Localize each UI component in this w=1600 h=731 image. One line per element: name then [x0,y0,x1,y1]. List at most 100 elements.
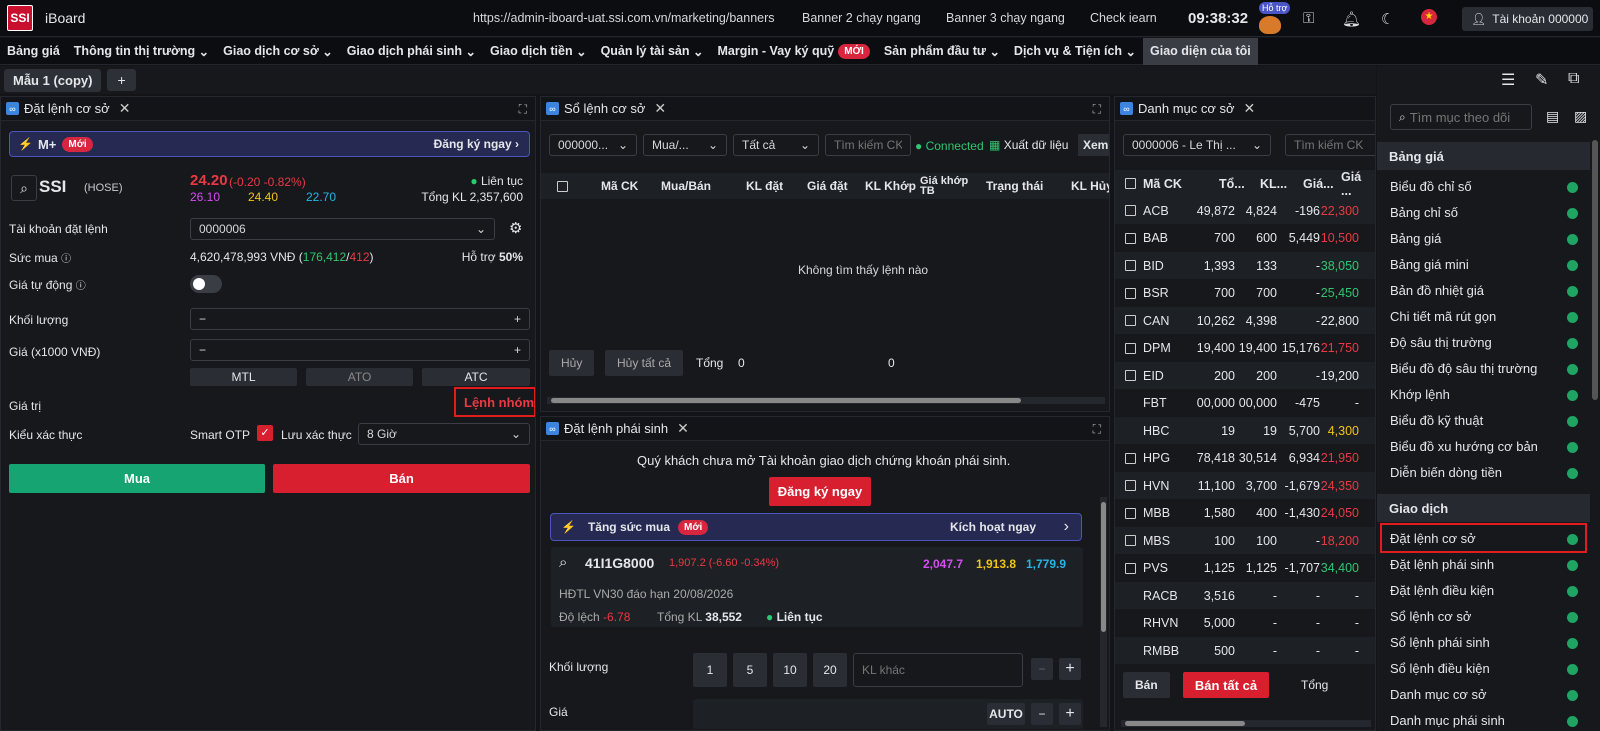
sidebar-scrollbar[interactable] [1592,140,1598,400]
activate-link[interactable]: Kích hoạt ngay [950,520,1036,534]
sidebar-item[interactable]: Sổ lệnh phái sinh [1390,635,1490,650]
table-row[interactable]: FBT 00,000 00,000 -475 - [1115,390,1375,417]
sidebar-item[interactable]: Sổ lệnh điều kiện [1390,661,1490,676]
list-view-icon[interactable]: ▤ [1546,108,1559,125]
status-dot-icon[interactable] [1567,208,1578,219]
sidebar-item[interactable]: Độ sâu thị trường [1390,335,1492,350]
row-checkbox[interactable] [1125,562,1136,574]
expand-icon[interactable]: ⛶ [1093,102,1101,117]
book-account-filter[interactable]: 000000... ⌄ [549,134,637,156]
info-icon[interactable]: ⓘ [61,254,71,265]
table-row[interactable]: MBB 1,580 400 -1,430 24,050 [1115,500,1375,527]
derivative-vscrollbar[interactable] [1100,497,1107,727]
sidebar-item[interactable]: Bảng giá mini [1390,257,1469,272]
scroll-thumb[interactable] [1101,502,1106,632]
row-checkbox[interactable] [1125,205,1136,216]
row-checkbox[interactable] [1125,232,1136,244]
row-checkbox[interactable] [1125,452,1136,464]
sidebar-item[interactable]: Danh mục cơ sở [1390,687,1487,702]
portfolio-account-select[interactable]: 0000006 - Le Thị ... ⌄ [1123,134,1271,156]
auth-period-select[interactable]: 8 Giờ ⌄ [358,423,530,445]
account-button[interactable]: 👤︎ Tài khoản 000000 [1462,7,1593,31]
qty-preset-10[interactable]: 10 [773,653,807,687]
menu-san-pham-dau-tu[interactable]: Sản phẩm đầu tư ⌄ [877,38,1007,65]
ssi-logo[interactable]: SSI [7,5,33,31]
table-row[interactable]: CAN 10,262 4,398 -22,800 [1115,307,1375,334]
status-dot-icon[interactable] [1567,182,1578,193]
price-stepper[interactable]: − + [190,339,530,361]
close-icon[interactable]: ✕ [654,100,666,117]
mtl-button[interactable]: MTL [190,368,297,386]
copy-icon[interactable]: ⧉ [1568,70,1579,88]
add-workspace-button[interactable]: + [107,69,136,91]
table-row[interactable]: EID 200 200 -19,200 [1115,362,1375,389]
menu-giao-dich-tien[interactable]: Giao dịch tiền ⌄ [483,38,594,65]
status-dot-icon[interactable] [1567,664,1578,675]
qty-preset-5[interactable]: 5 [733,653,767,687]
table-row[interactable]: ACB 49,872 4,824 -196 22,300 [1115,197,1375,224]
cancel-button[interactable]: Hủy [549,350,595,376]
atc-button[interactable]: ATC [422,368,530,386]
row-checkbox[interactable] [1125,370,1136,381]
table-row[interactable]: HBC 19 19 5,700 4,300 [1115,417,1375,444]
close-icon[interactable]: ✕ [677,420,689,437]
book-search-input[interactable] [825,134,911,156]
help-mascot-icon[interactable] [1259,16,1281,34]
portfolio-search-input[interactable] [1285,134,1375,156]
sidebar-item[interactable]: Bản đồ nhiệt giá [1390,283,1484,298]
export-button[interactable]: ▦ Xuất dữ liệu [989,138,1068,152]
table-row[interactable]: BID 1,393 133 -38,050 [1115,252,1375,279]
table-row[interactable]: MBS 100 100 -18,200 [1115,527,1375,554]
select-all-checkbox[interactable] [1125,178,1136,189]
portfolio-sell-button[interactable]: Bán [1123,672,1170,698]
status-dot-icon[interactable] [1567,468,1578,479]
menu-margin[interactable]: Margin - Vay ký quỹ MỚI [710,38,876,65]
scroll-thumb[interactable] [551,398,1021,403]
qty-stepper[interactable]: − + [190,308,530,330]
close-icon[interactable]: ✕ [119,100,131,117]
minus-icon[interactable]: − [199,312,206,326]
price-minus-button[interactable]: − [1031,703,1053,725]
row-checkbox[interactable] [1125,260,1136,271]
order-symbol[interactable]: SSI [39,177,66,197]
sidebar-item[interactable]: Sổ lệnh cơ sở [1390,609,1471,624]
search-icon[interactable]: ⌕ [11,175,37,201]
table-row[interactable]: PVS 1,125 1,125 -1,707 34,400 [1115,555,1375,582]
boost-banner[interactable]: ⚡ Tăng sức mua Mới Kích hoạt ngay › [550,513,1082,541]
qty-preset-1[interactable]: 1 [693,653,727,687]
save-auth-checkbox[interactable]: ✓ [257,425,273,441]
status-dot-icon[interactable] [1567,286,1578,297]
sidebar-item[interactable]: Đặt lệnh điều kiện [1390,583,1494,598]
portfolio-sell-all-button[interactable]: Bán tất cả [1183,672,1269,698]
expand-icon[interactable]: ⛶ [519,102,527,117]
search-icon[interactable]: ⌕ [559,554,567,571]
row-checkbox[interactable] [1125,507,1136,519]
table-row[interactable]: HVN 11,100 3,700 -1,679 24,350 [1115,472,1375,499]
vn-flag-icon[interactable]: ★ [1421,9,1437,25]
ato-button[interactable]: ATO [306,368,413,386]
sidebar-item[interactable]: Khớp lệnh [1390,387,1450,402]
sell-button[interactable]: Bán [273,464,530,493]
scroll-thumb[interactable] [1125,721,1245,726]
minus-icon[interactable]: − [199,343,206,357]
help-badge[interactable]: Hỗ trợ [1259,2,1291,14]
status-dot-icon[interactable] [1567,364,1578,375]
gear-icon[interactable]: ⚙ [509,219,522,237]
qty-plus-button[interactable]: + [1059,658,1081,680]
view-button[interactable]: Xem [1078,134,1109,156]
cancel-all-button[interactable]: Hủy tất cả [605,350,684,376]
table-row[interactable]: BSR 700 700 -25,450 [1115,280,1375,307]
qty-minus-button[interactable]: − [1031,658,1053,680]
status-dot-icon[interactable] [1567,716,1578,727]
status-dot-icon[interactable] [1567,260,1578,271]
banner-link-3[interactable]: Banner 3 chạy ngang [946,11,1065,25]
bell-icon[interactable]: 🔔︎ [1342,10,1361,28]
close-icon[interactable]: ✕ [1244,100,1256,117]
table-row[interactable]: RHVN 5,000 - - - [1115,610,1375,637]
account-select[interactable]: 0000006 ⌄ [190,218,495,240]
key-icon[interactable]: ⚿ [1303,10,1314,27]
menu-dich-vu-tien-ich[interactable]: Dịch vụ & Tiện ích ⌄ [1007,38,1143,65]
status-dot-icon[interactable] [1567,442,1578,453]
check-iearn-link[interactable]: Check iearn [1090,11,1157,25]
expand-icon[interactable]: ⛶ [1093,422,1101,437]
